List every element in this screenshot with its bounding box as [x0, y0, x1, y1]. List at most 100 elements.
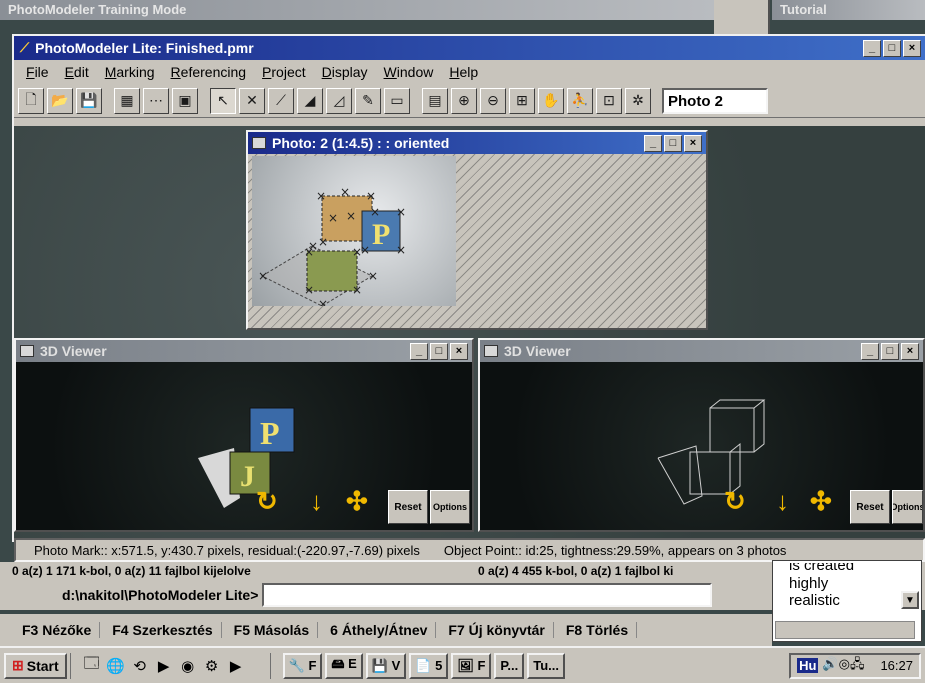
- mark-x-icon[interactable]: ×: [258, 269, 268, 283]
- taskbar-task-button[interactable]: 🔧 F: [282, 652, 323, 679]
- delete-icon[interactable]: ✕: [239, 87, 265, 114]
- close-button[interactable]: ×: [903, 39, 921, 57]
- pan-hand-icon[interactable]: ✋: [538, 87, 564, 114]
- mark-x-icon[interactable]: ×: [318, 235, 328, 249]
- horizontal-scrollbar[interactable]: [775, 621, 915, 639]
- open-folder-icon[interactable]: 📂: [47, 87, 73, 114]
- surface-edit-icon[interactable]: ◿: [326, 87, 352, 114]
- taskbar-task-button[interactable]: 💾 V: [365, 652, 407, 679]
- zoom-out-icon[interactable]: ⊖: [480, 87, 506, 114]
- photo-selector[interactable]: Photo 2: [662, 87, 768, 114]
- function-key[interactable]: F3 Nézőke: [14, 622, 101, 638]
- quick-launch-icon[interactable]: 🌐: [105, 655, 127, 677]
- photo-canvas[interactable]: P × × × × × × × × × × × × × × × × × ×: [248, 154, 706, 328]
- marks-icon[interactable]: ⋯: [143, 87, 169, 114]
- photo-image[interactable]: P × × ×× ××××× ×××××××××: [252, 156, 456, 306]
- reset-button[interactable]: Reset: [388, 490, 428, 524]
- start-button[interactable]: ⊞ Start: [4, 652, 67, 679]
- menu-edit[interactable]: Edit: [57, 64, 97, 80]
- save-icon[interactable]: 💾: [76, 87, 102, 114]
- pointer-icon[interactable]: ↖: [210, 87, 236, 114]
- quick-launch-icon[interactable]: 🗔: [81, 655, 103, 677]
- viewer-right-canvas[interactable]: ↻ ↓ ✣ Reset Options: [480, 362, 923, 530]
- function-key[interactable]: F4 Szerkesztés: [104, 622, 222, 638]
- menu-file[interactable]: File: [18, 64, 57, 80]
- quick-launch-icon[interactable]: ⚙: [201, 655, 223, 677]
- menu-help[interactable]: Help: [441, 64, 486, 80]
- mark-x-icon[interactable]: ×: [304, 283, 314, 297]
- menu-referencing[interactable]: Referencing: [163, 64, 255, 80]
- language-indicator[interactable]: Hu: [797, 658, 819, 673]
- surface-icon[interactable]: ◢: [297, 87, 323, 114]
- mark-x-icon[interactable]: ×: [396, 243, 406, 257]
- quick-launch-icon[interactable]: ▶: [153, 655, 175, 677]
- viewer-left-maximize-button[interactable]: □: [430, 342, 448, 360]
- rotate-icon-right[interactable]: ↻: [724, 486, 746, 517]
- minimize-button[interactable]: _: [863, 39, 881, 57]
- viewer-left-close-button[interactable]: ×: [450, 342, 468, 360]
- viewer-right-close-button[interactable]: ×: [901, 342, 919, 360]
- options-button-right[interactable]: Options: [892, 490, 923, 524]
- runner-icon[interactable]: ⛹: [567, 87, 593, 114]
- photo-maximize-button[interactable]: □: [664, 134, 682, 152]
- photo-minimize-button[interactable]: _: [644, 134, 662, 152]
- line-icon[interactable]: ⟋: [268, 87, 294, 114]
- quick-launch-icon[interactable]: ◉: [177, 655, 199, 677]
- tray-icons[interactable]: 🔊◎🖧: [822, 655, 864, 677]
- taskbar-task-button[interactable]: 🖴 E: [325, 652, 363, 679]
- viewer-right-titlebar[interactable]: 3D Viewer _ □ ×: [480, 340, 923, 362]
- photo-frame-icon[interactable]: ⊡: [596, 87, 622, 114]
- menu-marking[interactable]: Marking: [97, 64, 163, 80]
- menu-window[interactable]: Window: [376, 64, 442, 80]
- reset-button-right[interactable]: Reset: [850, 490, 890, 524]
- function-key[interactable]: F5 Másolás: [226, 622, 319, 638]
- rotate-icon[interactable]: ↻: [256, 486, 278, 517]
- grid-icon[interactable]: ▤: [422, 87, 448, 114]
- mark-x-icon[interactable]: ×: [316, 189, 326, 203]
- quick-launch-icon[interactable]: ▶: [225, 655, 247, 677]
- mark-x-icon[interactable]: ×: [368, 269, 378, 283]
- scroll-down-arrow[interactable]: ▼: [901, 591, 919, 609]
- photo-window-titlebar[interactable]: Photo: 2 (1:4.5) : : oriented _ □ ×: [248, 132, 706, 154]
- viewer-left-titlebar[interactable]: 3D Viewer _ □ ×: [16, 340, 472, 362]
- viewer-left-canvas[interactable]: P J ↻ ↓ ✣ Reset Options: [16, 362, 472, 530]
- menu-display[interactable]: Display: [314, 64, 376, 80]
- mark-x-icon[interactable]: ×: [352, 283, 362, 297]
- zoom-box-icon[interactable]: ⊞: [509, 87, 535, 114]
- zoom-in-icon[interactable]: ⊕: [451, 87, 477, 114]
- mark-x-icon[interactable]: ×: [340, 185, 350, 199]
- viewer-right-maximize-button[interactable]: □: [881, 342, 899, 360]
- viewer-left-minimize-button[interactable]: _: [410, 342, 428, 360]
- quick-launch-icon[interactable]: ⟲: [129, 655, 151, 677]
- move-down-icon-right[interactable]: ↓: [776, 486, 789, 517]
- taskbar-task-button[interactable]: 🖼 F: [451, 652, 492, 679]
- mark-x-icon[interactable]: ×: [352, 245, 362, 259]
- function-key[interactable]: F8 Törlés: [558, 622, 638, 638]
- function-key[interactable]: 6 Áthely/Átnev: [322, 622, 437, 638]
- mark-x-icon[interactable]: ×: [370, 205, 380, 219]
- maximize-button[interactable]: □: [883, 39, 901, 57]
- photos-icon[interactable]: ▦: [114, 87, 140, 114]
- main-titlebar[interactable]: ⟋ PhotoModeler Lite: Finished.pmr _ □ ×: [14, 36, 925, 60]
- viewer-right-minimize-button[interactable]: _: [861, 342, 879, 360]
- mark-x-icon[interactable]: ×: [396, 205, 406, 219]
- command-input[interactable]: [262, 583, 713, 607]
- taskbar-task-button[interactable]: P...: [494, 652, 525, 679]
- move-icon[interactable]: ✣: [346, 486, 368, 517]
- pencil-icon[interactable]: ✎: [355, 87, 381, 114]
- taskbar-task-button[interactable]: Tu...: [527, 652, 565, 679]
- mark-x-icon[interactable]: ×: [308, 239, 318, 253]
- menu-project[interactable]: Project: [254, 64, 314, 80]
- mark-x-icon[interactable]: ×: [318, 297, 328, 306]
- mark-x-icon[interactable]: ×: [328, 211, 338, 225]
- options-button[interactable]: Options: [430, 490, 470, 524]
- move-icon-right[interactable]: ✣: [810, 486, 832, 517]
- ruler-icon[interactable]: ▭: [384, 87, 410, 114]
- process-icon[interactable]: ✲: [625, 87, 651, 114]
- new-file-icon[interactable]: 🗋: [18, 87, 44, 114]
- function-key[interactable]: F7 Új könyvtár: [440, 622, 554, 638]
- mark-x-icon[interactable]: ×: [346, 209, 356, 223]
- window-icon[interactable]: ▣: [172, 87, 198, 114]
- taskbar-task-button[interactable]: 📄 5: [409, 652, 449, 679]
- mark-x-icon[interactable]: ×: [366, 189, 376, 203]
